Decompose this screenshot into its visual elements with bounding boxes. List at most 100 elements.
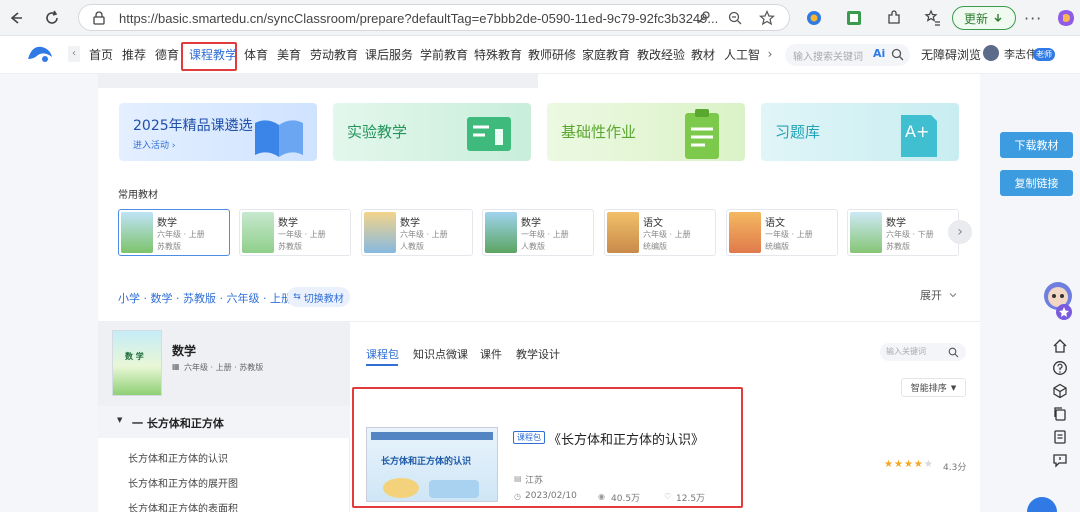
chevron-down-icon — [949, 293, 957, 298]
nav-item-home[interactable]: 首页 — [89, 46, 113, 63]
address-bar[interactable]: https://basic.smartedu.cn/syncClassroom/… — [78, 4, 790, 31]
book-card[interactable]: 数学 六年级 · 上册 人教版 — [361, 209, 473, 256]
tab-courseware[interactable]: 课件 — [480, 346, 502, 362]
book-name: 数学 — [886, 218, 906, 229]
copy-icon[interactable] — [1052, 406, 1068, 422]
banner-title: 习题库 — [775, 123, 821, 141]
extensions-puzzle-icon[interactable] — [885, 9, 903, 27]
caret-down-icon: ▼ — [950, 383, 957, 392]
tab-teaching-design[interactable]: 教学设计 — [516, 346, 560, 362]
book-card[interactable]: 数学 一年级 · 上册 人教版 — [482, 209, 594, 256]
book-card[interactable]: 语文 六年级 · 上册 统编版 — [604, 209, 716, 256]
banner-quality-course[interactable]: 2025年精品课遴选 进入活动 › — [119, 103, 317, 161]
book-publisher: 苏教版 — [886, 242, 910, 251]
favorites-list-icon[interactable] — [924, 9, 942, 27]
copy-link-button[interactable]: 复制链接 — [1000, 170, 1073, 196]
nav-item-after-school[interactable]: 课后服务 — [365, 46, 413, 63]
tree-item[interactable]: 长方体和正方体的展开图 — [128, 475, 238, 490]
tree-section-header[interactable]: ▼ 一 长方体和正方体 — [98, 406, 350, 438]
search-icon[interactable] — [948, 347, 959, 358]
book-card[interactable]: 数学 一年级 · 上册 苏教版 — [239, 209, 351, 256]
extension-edge-icon[interactable] — [805, 9, 823, 27]
carousel-next-icon[interactable]: › — [948, 220, 972, 244]
banner-link[interactable]: 进入活动 › — [133, 138, 175, 151]
document-icon[interactable] — [1052, 429, 1068, 445]
star-icon: ★ — [903, 459, 913, 470]
browser-menu-icon[interactable]: ··· — [1024, 9, 1042, 28]
nav-item-moral[interactable]: 德育 — [155, 46, 179, 63]
book-grade: 六年级 · 上册 — [400, 230, 448, 239]
banner-question-bank[interactable]: 习题库 A+ — [761, 103, 959, 161]
star-icon: ★ — [913, 459, 923, 470]
book-cover — [242, 212, 274, 253]
open-book-icon — [255, 120, 303, 157]
back-to-top-button[interactable] — [1027, 497, 1057, 512]
nav-item-preschool[interactable]: 学前教育 — [420, 46, 468, 63]
nav-scroll-left-icon[interactable]: ‹ — [68, 46, 80, 62]
book-publisher: 苏教版 — [157, 242, 181, 251]
cube-icon[interactable] — [1052, 383, 1068, 399]
user-avatar[interactable] — [983, 45, 999, 61]
nav-item-labor[interactable]: 劳动教育 — [310, 46, 358, 63]
help-icon[interactable] — [1052, 360, 1068, 376]
nav-item-pe[interactable]: 体育 — [244, 46, 268, 63]
tab-course-package[interactable]: 课程包 — [366, 346, 399, 362]
zoom-icon[interactable] — [727, 10, 743, 26]
switch-textbook-button[interactable]: ⇆ 切换教材 — [287, 287, 350, 307]
site-logo-icon[interactable] — [26, 43, 54, 65]
nav-item-reform[interactable]: 教改经验 — [637, 46, 685, 63]
book-cover — [850, 212, 882, 253]
back-icon[interactable] — [4, 6, 28, 30]
expand-toggle[interactable]: 展开 — [920, 287, 958, 303]
update-button[interactable]: 更新 — [952, 6, 1016, 30]
book-cover — [485, 212, 517, 253]
banner-homework[interactable]: 基础性作业 — [547, 103, 745, 161]
ai-search-icon[interactable]: Ai — [873, 47, 885, 60]
nav-item-textbook[interactable]: 教材 — [691, 46, 715, 63]
nav-item-family[interactable]: 家庭教育 — [582, 46, 630, 63]
extension-green-icon[interactable] — [845, 9, 863, 27]
book-card[interactable]: 语文 一年级 · 上册 统编版 — [726, 209, 838, 256]
reload-icon[interactable] — [40, 6, 64, 30]
content-search-placeholder: 输入关键词 — [886, 347, 926, 356]
course-thumbnail[interactable]: 长方体和正方体的认识 — [366, 427, 498, 502]
nav-item-recommend[interactable]: 推荐 — [122, 46, 146, 63]
book-grade: 六年级 · 下册 — [886, 230, 934, 239]
nav-item-ai[interactable]: 人工智 — [724, 46, 760, 63]
tree-item[interactable]: 长方体和正方体的认识 — [128, 450, 228, 465]
barrier-free-link[interactable]: 无障碍浏览 — [921, 46, 981, 63]
nav-highlight-box — [181, 42, 237, 71]
nav-item-arts[interactable]: 美育 — [277, 46, 301, 63]
content-search-input[interactable]: 输入关键词 — [880, 343, 966, 361]
sort-dropdown[interactable]: 智能排序 ▼ — [901, 378, 966, 397]
banner-experiment[interactable]: 实验教学 — [333, 103, 531, 161]
assistant-mascot-icon[interactable] — [1038, 278, 1078, 322]
key-icon[interactable] — [695, 10, 711, 26]
region-icon: ▤ — [514, 474, 522, 483]
nav-item-teacher-training[interactable]: 教师研修 — [528, 46, 576, 63]
switch-label: 切换教材 — [303, 293, 344, 305]
book-grade: 六年级 · 上册 — [157, 230, 205, 239]
tree-item[interactable]: 长方体和正方体的表面积 — [128, 500, 238, 512]
tab-micro-lesson[interactable]: 知识点微课 — [413, 346, 468, 362]
site-search-input[interactable]: 输入搜索关键词 Ai — [785, 44, 910, 66]
nav-scroll-right-icon[interactable]: › — [764, 46, 776, 62]
update-label: 更新 — [963, 11, 988, 26]
home-icon[interactable] — [1052, 338, 1068, 354]
search-icon[interactable] — [891, 48, 904, 61]
course-title[interactable]: 《长方体和正方体的认识》 — [548, 429, 704, 448]
course-views: 40.5万 — [611, 494, 641, 504]
download-textbook-button[interactable]: 下载教材 — [1000, 132, 1073, 158]
book-publisher: 统编版 — [765, 242, 789, 251]
book-card[interactable]: 数学 六年级 · 下册 苏教版 — [847, 209, 959, 256]
book-card[interactable]: 数学 六年级 · 上册 苏教版 — [118, 209, 230, 256]
expand-label: 展开 — [920, 289, 942, 302]
nav-item-special[interactable]: 特殊教育 — [474, 46, 522, 63]
feedback-icon[interactable] — [1052, 452, 1068, 468]
copilot-icon[interactable] — [1056, 8, 1076, 28]
book-name: 数学 — [400, 218, 420, 229]
book-cover — [607, 212, 639, 253]
book-name: 数学 — [157, 218, 177, 229]
site-info-icon[interactable] — [91, 10, 107, 26]
favorite-star-icon[interactable] — [759, 10, 775, 26]
